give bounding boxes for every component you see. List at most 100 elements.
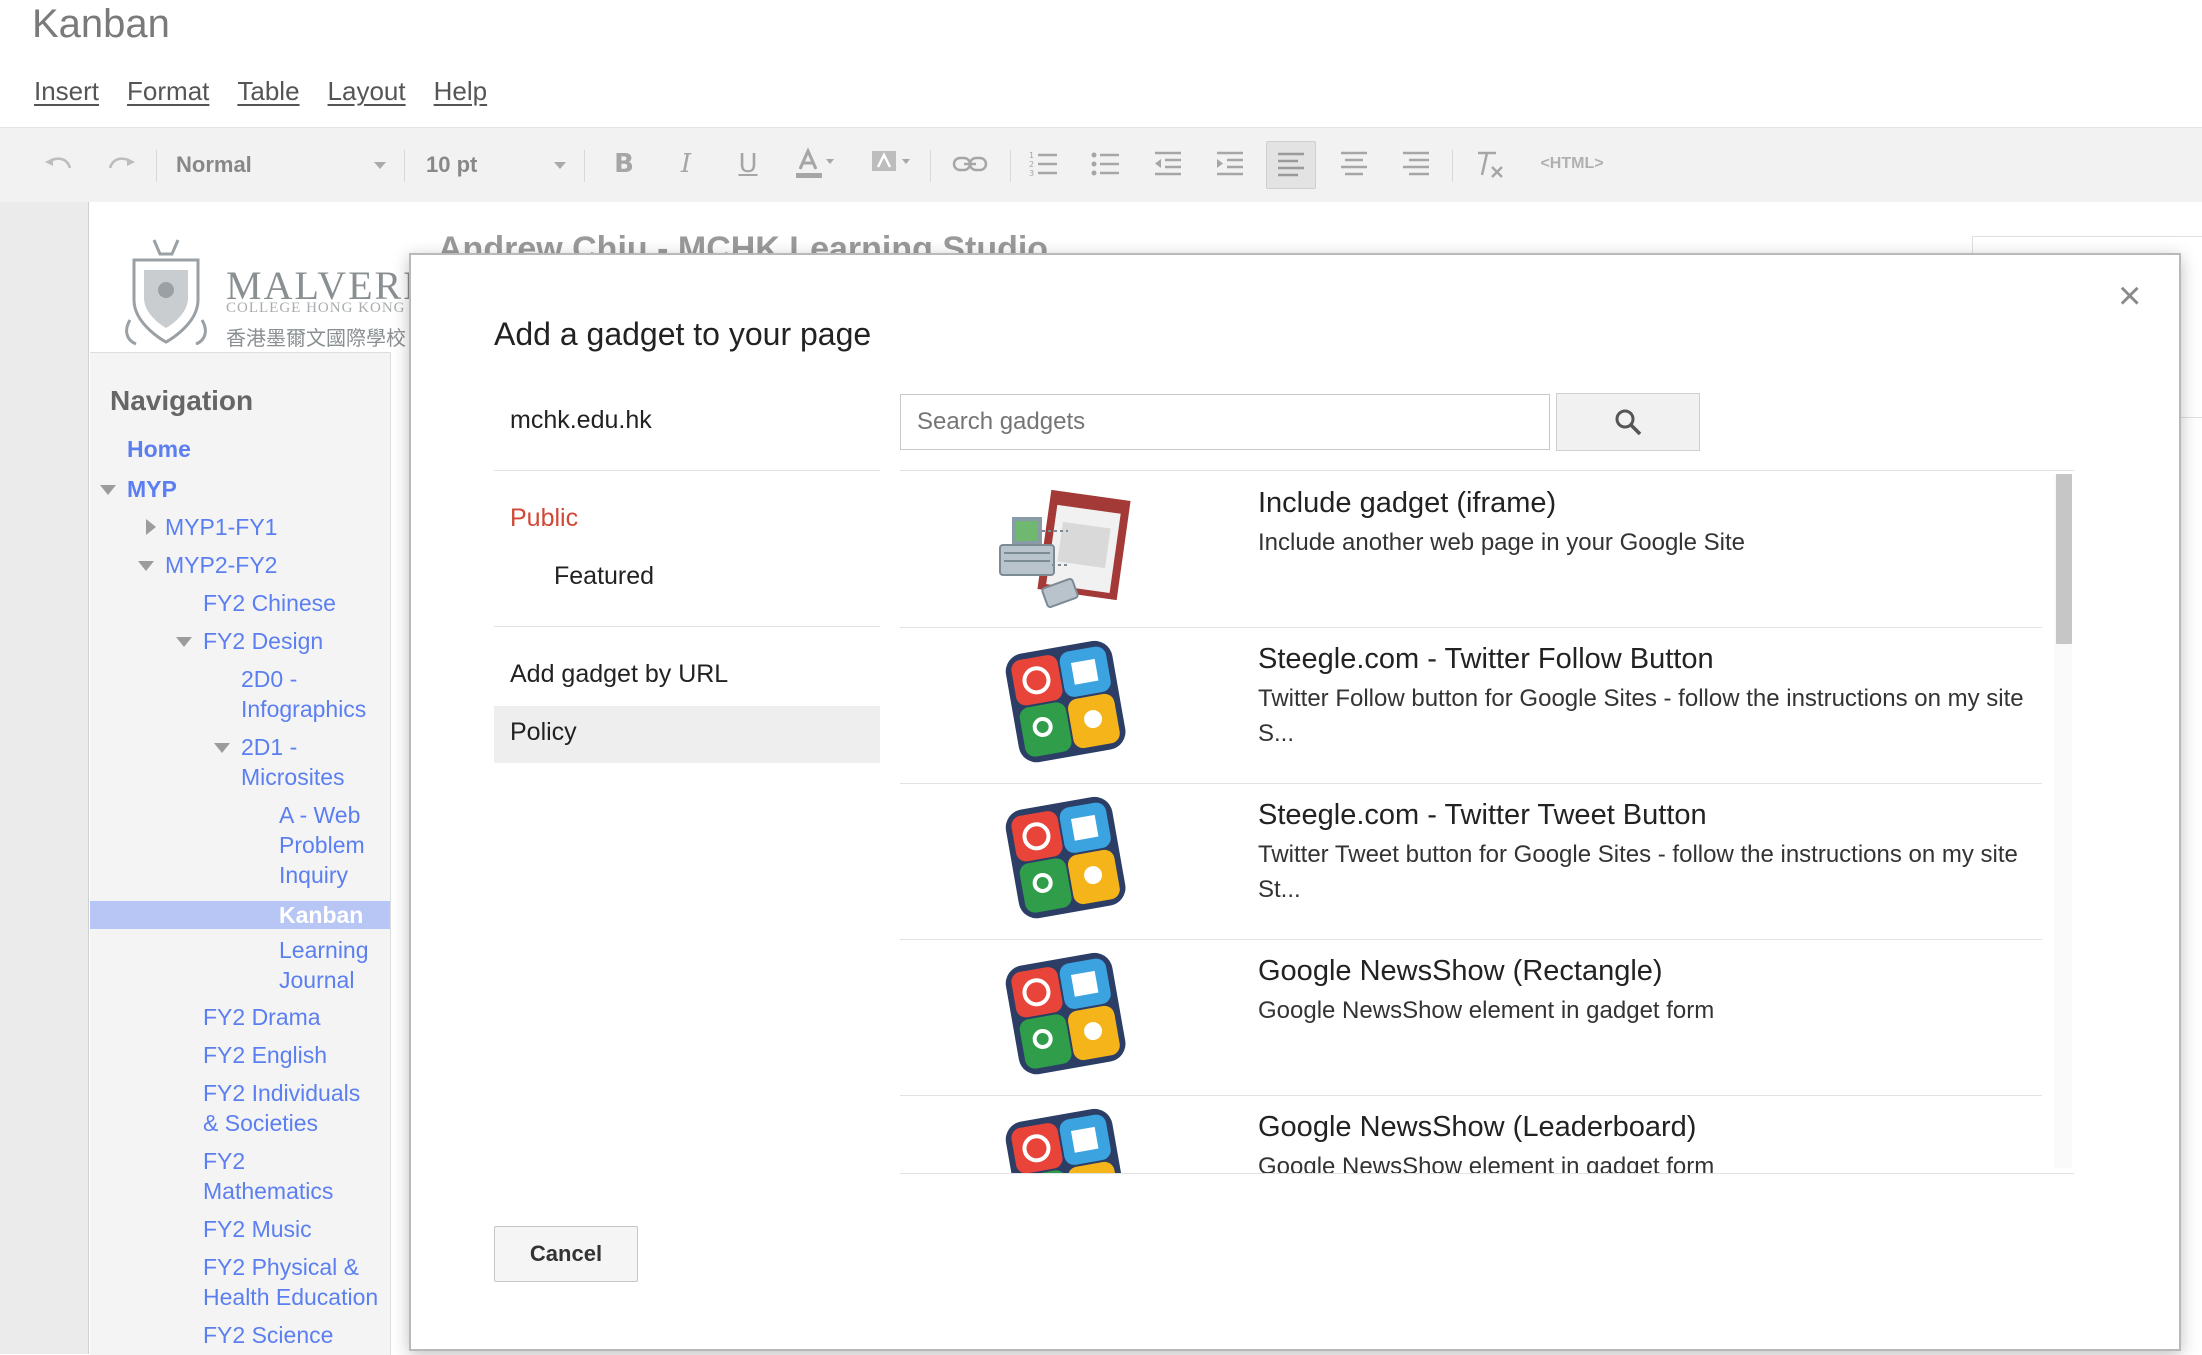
decrease-indent-icon[interactable]	[1148, 145, 1188, 183]
menu-insert[interactable]: Insert	[34, 76, 99, 107]
nav-item-myp2-fy2[interactable]: MYP2-FY2	[165, 550, 277, 580]
nav-item-2d1[interactable]: 2D1 - Microsites	[241, 732, 345, 792]
nav-item-2d0-line1: 2D0 -	[241, 666, 298, 692]
style-select[interactable]: Normal	[176, 147, 386, 183]
nav-item-myp1-fy1[interactable]: MYP1-FY1	[165, 512, 277, 542]
nav-item-kanban[interactable]: Kanban	[279, 900, 363, 930]
gadget-title[interactable]: Steegle.com - Twitter Tweet Button	[1258, 799, 1707, 832]
nav-item-2d0-line2: Infographics	[241, 696, 367, 722]
gadget-title[interactable]: Google NewsShow (Leaderboard)	[1258, 1111, 1696, 1144]
category-featured[interactable]: Featured	[554, 562, 654, 591]
nav-item-is-line1: FY2 Individuals	[203, 1080, 361, 1106]
gadget-description: Google NewsShow element in gadget form	[1258, 997, 1715, 1024]
gadget-description: Twitter Tweet button for Google Sites - …	[1258, 841, 2018, 903]
html-mode-button[interactable]: <HTML>	[1532, 145, 1612, 183]
editor-toolbar: Normal 10 pt B I U 123 <HTML>	[0, 127, 2202, 203]
gadget-row[interactable]: Google NewsShow (Leaderboard) Google New…	[900, 1095, 2042, 1173]
gadget-default-icon	[1005, 952, 1126, 1075]
nav-item-myp[interactable]: MYP	[127, 474, 177, 504]
gadget-title[interactable]: Include gadget (iframe)	[1258, 487, 1556, 520]
gadget-title[interactable]: Steegle.com - Twitter Follow Button	[1258, 643, 1714, 676]
numbered-list-icon[interactable]: 123	[1024, 145, 1064, 183]
gadget-row[interactable]: Google NewsShow (Rectangle) Google NewsS…	[900, 939, 2042, 1096]
gadget-description: Include another web page in your Google …	[1258, 529, 1745, 556]
category-public[interactable]: Public	[510, 504, 578, 533]
underline-icon[interactable]: U	[728, 145, 768, 183]
nav-item-home[interactable]: Home	[127, 434, 191, 464]
gadget-list: Include gadget (iframe) Include another …	[900, 471, 2074, 1174]
document-title: Kanban	[32, 2, 170, 46]
undo-icon[interactable]	[38, 145, 78, 183]
divider	[494, 470, 880, 471]
nav-item-fy2-individuals-societies[interactable]: FY2 Individuals & Societies	[203, 1078, 360, 1138]
nav-item-a-web-problem-inquiry[interactable]: A - Web Problem Inquiry	[279, 800, 365, 890]
category-domain[interactable]: mchk.edu.hk	[510, 406, 652, 435]
svg-text:1: 1	[1029, 151, 1034, 160]
nav-item-learning-journal[interactable]: Learning Journal	[279, 935, 369, 995]
redo-icon[interactable]	[102, 145, 142, 183]
nav-item-fy2-design[interactable]: FY2 Design	[203, 626, 323, 656]
navigation-title: Navigation	[110, 385, 254, 416]
gadget-description: Twitter Follow button for Google Sites -…	[1258, 685, 2024, 747]
nav-item-fy2-phe[interactable]: FY2 Physical & Health Education	[203, 1252, 378, 1312]
close-icon[interactable]: ×	[2118, 276, 2141, 316]
nav-item-fy2-mathematics[interactable]: FY2 Mathematics	[203, 1146, 333, 1206]
expand-triangle-icon[interactable]	[146, 519, 156, 535]
highlight-color-icon[interactable]	[866, 145, 916, 183]
bold-icon[interactable]: B	[604, 145, 644, 183]
collapse-triangle-icon[interactable]	[138, 561, 154, 571]
nav-item-fy2-chinese[interactable]: FY2 Chinese	[203, 588, 336, 618]
link-icon[interactable]	[950, 145, 990, 183]
gadget-row[interactable]: Steegle.com - Twitter Tweet Button Twitt…	[900, 783, 2042, 940]
nav-item-2d1-line2: Microsites	[241, 764, 345, 790]
gadget-default-icon	[1005, 640, 1126, 763]
menu-table[interactable]: Table	[237, 76, 299, 107]
logo-subtitle: COLLEGE HONG KONG	[226, 300, 406, 316]
nav-item-phe-line1: FY2 Physical &	[203, 1254, 359, 1280]
font-size-select[interactable]: 10 pt	[426, 147, 566, 183]
increase-indent-icon[interactable]	[1210, 145, 1250, 183]
search-button[interactable]	[1556, 393, 1700, 451]
nav-item-math-line2: Mathematics	[203, 1178, 334, 1204]
gadget-default-icon	[1005, 1108, 1126, 1173]
policy-link[interactable]: Policy	[510, 718, 577, 747]
nav-item-is-line2: & Societies	[203, 1110, 319, 1136]
search-icon	[1615, 409, 1642, 436]
bulleted-list-icon[interactable]	[1086, 145, 1126, 183]
align-left-icon[interactable]	[1266, 141, 1316, 189]
nav-item-fy2-english[interactable]: FY2 English	[203, 1040, 327, 1070]
collapse-triangle-icon[interactable]	[176, 637, 192, 647]
scrollbar-thumb[interactable]	[2056, 474, 2072, 644]
text-color-icon[interactable]	[790, 145, 840, 183]
collapse-triangle-icon[interactable]	[214, 743, 230, 753]
nav-item-2d1-line1: 2D1 -	[241, 734, 298, 760]
gadget-row[interactable]: Include gadget (iframe) Include another …	[900, 471, 2042, 628]
style-select-value: Normal	[176, 152, 252, 177]
svg-text:2: 2	[1029, 160, 1034, 169]
search-gadgets-input[interactable]	[900, 394, 1550, 450]
nav-item-fy2-music[interactable]: FY2 Music	[203, 1214, 312, 1244]
gadget-row[interactable]: Steegle.com - Twitter Follow Button Twit…	[900, 627, 2042, 784]
menu-layout[interactable]: Layout	[328, 76, 406, 107]
cancel-button[interactable]: Cancel	[494, 1226, 638, 1282]
font-size-value: 10 pt	[426, 152, 478, 177]
nav-item-fy2-drama[interactable]: FY2 Drama	[203, 1002, 321, 1032]
menu-help[interactable]: Help	[434, 76, 487, 107]
italic-icon[interactable]: I	[666, 145, 706, 183]
align-right-icon[interactable]	[1396, 145, 1436, 183]
nav-item-a-line3: Inquiry	[279, 862, 349, 888]
gadget-default-icon	[1005, 796, 1126, 919]
collapse-triangle-icon[interactable]	[100, 485, 116, 495]
clear-formatting-icon[interactable]	[1470, 145, 1510, 183]
nav-item-a-line2: Problem	[279, 832, 365, 858]
menu-format[interactable]: Format	[127, 76, 209, 107]
nav-item-2d0[interactable]: 2D0 - Infographics	[241, 664, 366, 724]
align-center-icon[interactable]	[1334, 145, 1374, 183]
divider	[494, 626, 880, 627]
add-gadget-by-url[interactable]: Add gadget by URL	[510, 660, 728, 689]
nav-item-phe-line2: Health Education	[203, 1284, 379, 1310]
crest-icon	[125, 239, 207, 346]
gadget-title[interactable]: Google NewsShow (Rectangle)	[1258, 955, 1663, 988]
nav-item-fy2-science[interactable]: FY2 Science	[203, 1320, 333, 1350]
logo-chinese-name: 香港墨爾文國際學校	[226, 326, 406, 350]
